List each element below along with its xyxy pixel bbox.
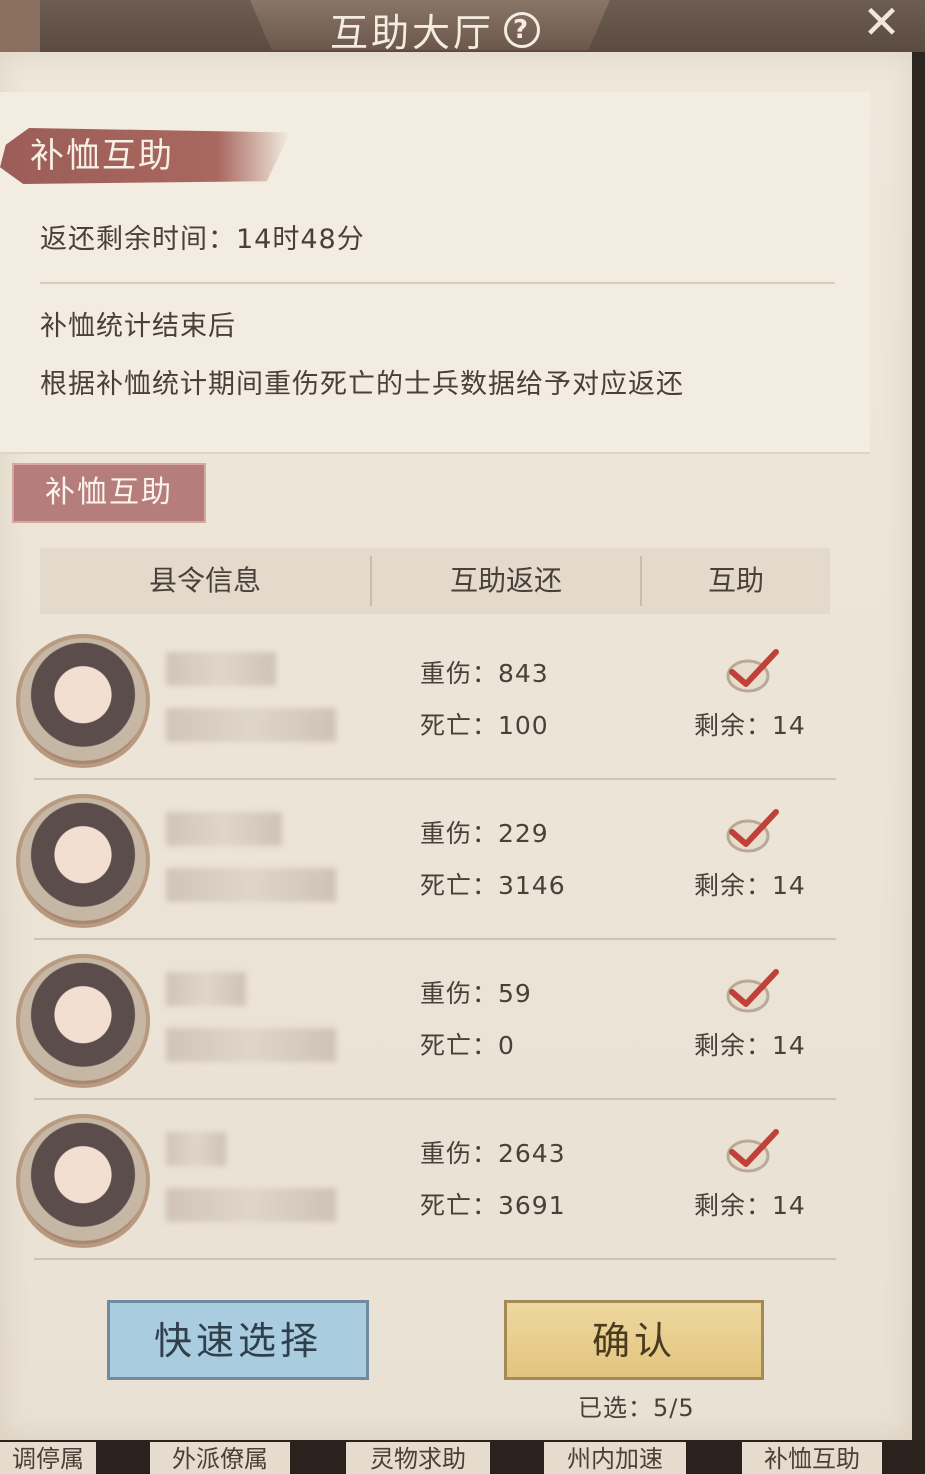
remaining-count: 剩余：14 <box>694 1031 806 1060</box>
redacted-info <box>166 1188 336 1222</box>
injured-count: 重伤：229 <box>420 819 549 848</box>
selected-count: 已选：5/5 <box>578 1394 695 1422</box>
bottom-tab-bar: 调停属 外派僚属 灵物求助 州内加速 补恤互助 <box>0 1440 925 1474</box>
redacted-name <box>166 1132 226 1166</box>
divider <box>40 282 835 284</box>
panel-edge <box>912 52 925 1440</box>
title-bar: 互助大厅 ? ✕ <box>0 0 925 55</box>
tab-mediate[interactable]: 调停属 <box>0 1442 96 1474</box>
tab-dispatch[interactable]: 外派僚属 <box>150 1442 290 1474</box>
help-icon[interactable]: ? <box>504 11 541 48</box>
main-panel: 补恤互助 返还剩余时间：14时48分 补恤统计结束后 根据补恤统计期间重伤死亡的… <box>0 52 912 1440</box>
redacted-name <box>166 972 246 1006</box>
window-title: 互助大厅 ? <box>330 2 541 57</box>
dead-count: 死亡：100 <box>420 711 549 740</box>
description-line-1: 补恤统计结束后 <box>40 311 236 342</box>
tab-compensation-help[interactable]: 补恤互助 <box>742 1442 882 1474</box>
confirm-button[interactable]: 确认 <box>504 1300 764 1380</box>
dead-count: 死亡：3691 <box>420 1191 566 1220</box>
remaining-count: 剩余：14 <box>694 711 806 740</box>
avatar[interactable] <box>16 1114 150 1248</box>
table-row: 重伤：59 死亡：0 剩余：14 <box>16 940 836 1100</box>
remaining-time: 返还剩余时间：14时48分 <box>40 224 365 255</box>
redacted-name <box>166 812 282 846</box>
header-magistrate-info: 县令信息 <box>148 564 261 597</box>
tab-spirit-help[interactable]: 灵物求助 <box>346 1442 490 1474</box>
redacted-name <box>166 652 276 686</box>
checkbox-checked-icon[interactable] <box>726 1128 780 1174</box>
redacted-info <box>166 1028 336 1062</box>
quick-select-button[interactable]: 快速选择 <box>107 1300 369 1380</box>
close-icon[interactable]: ✕ <box>838 0 925 50</box>
table-row: 重伤：2643 死亡：3691 剩余：14 <box>16 1100 836 1260</box>
checkbox-checked-icon[interactable] <box>726 808 780 854</box>
remaining-count: 剩余：14 <box>694 871 806 900</box>
tab-state-speedup[interactable]: 州内加速 <box>544 1442 686 1474</box>
dead-count: 死亡：0 <box>420 1031 515 1060</box>
avatar[interactable] <box>16 954 150 1088</box>
info-card: 补恤互助 返还剩余时间：14时48分 补恤统计结束后 根据补恤统计期间重伤死亡的… <box>0 92 870 454</box>
list-section-tag: 补恤互助 <box>12 463 206 523</box>
redacted-info <box>166 868 336 902</box>
table-header: 县令信息 互助返还 互助 <box>40 548 830 614</box>
injured-count: 重伤：59 <box>420 979 532 1008</box>
description-line-2: 根据补恤统计期间重伤死亡的士兵数据给予对应返还 <box>40 369 684 400</box>
table-row: 重伤：843 死亡：100 剩余：14 <box>16 620 836 780</box>
avatar[interactable] <box>16 794 150 928</box>
avatar[interactable] <box>16 634 150 768</box>
injured-count: 重伤：843 <box>420 659 549 688</box>
window-title-text: 互助大厅 <box>330 11 495 55</box>
checkbox-checked-icon[interactable] <box>726 648 780 694</box>
injured-count: 重伤：2643 <box>420 1139 566 1168</box>
redacted-info <box>166 708 336 742</box>
header-help: 互助 <box>707 564 764 597</box>
row-divider <box>34 1258 836 1260</box>
table-row: 重伤：229 死亡：3146 剩余：14 <box>16 780 836 940</box>
remaining-count: 剩余：14 <box>694 1191 806 1220</box>
title-bar-ornament <box>0 0 40 52</box>
dead-count: 死亡：3146 <box>420 871 566 900</box>
header-return: 互助返还 <box>449 564 562 597</box>
info-section-title: 补恤互助 <box>0 128 290 184</box>
checkbox-checked-icon[interactable] <box>726 968 780 1014</box>
